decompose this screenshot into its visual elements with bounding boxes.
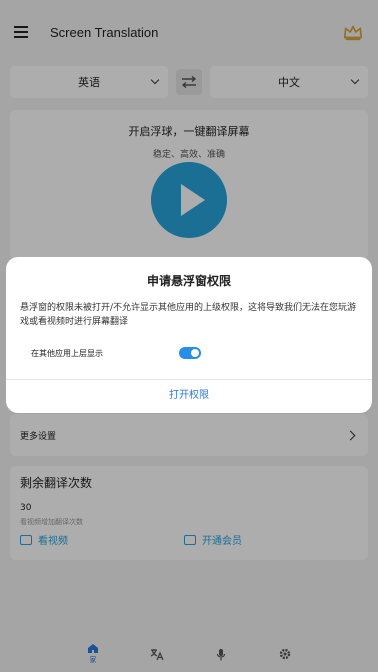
- open-permission-button[interactable]: 打开权限: [6, 385, 372, 407]
- dialog-title: 申请悬浮窗权限: [146, 274, 231, 288]
- dialog-divider: [6, 379, 372, 380]
- permission-dialog: 申请悬浮窗权限 悬浮窗的权限未被打开/不允许显示其他应用的上级权限，这将导致我们…: [6, 257, 372, 413]
- overlay-permission-row: 在其他应用上层显示: [31, 345, 351, 361]
- overlay-permission-toggle[interactable]: [179, 347, 201, 359]
- dialog-message: 悬浮窗的权限未被打开/不允许显示其他应用的上级权限，这将导致我们无法在您玩游戏或…: [20, 303, 357, 327]
